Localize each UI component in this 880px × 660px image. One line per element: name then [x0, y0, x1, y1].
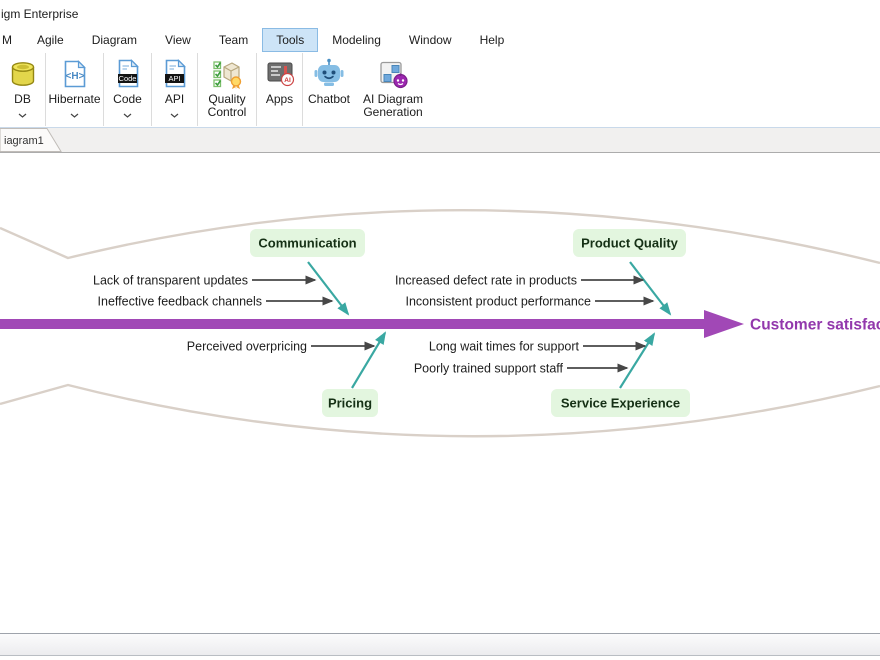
- menu-item-view[interactable]: View: [151, 28, 205, 52]
- svg-text:iagram1: iagram1: [4, 135, 44, 147]
- menu-item-team[interactable]: Team: [205, 28, 262, 52]
- svg-text:Perceived overpricing: Perceived overpricing: [187, 340, 307, 354]
- cause-node[interactable]: Inconsistent product performance: [405, 295, 653, 309]
- svg-text:Customer satisfaction: Customer satisfaction: [750, 317, 880, 334]
- dropdown-chevron-icon[interactable]: [170, 108, 179, 121]
- db-button[interactable]: DB: [0, 52, 45, 127]
- category-box-service-experience[interactable]: Service Experience: [551, 389, 690, 417]
- menu-item-window[interactable]: Window: [395, 28, 466, 52]
- dropdown-chevron-icon[interactable]: [123, 108, 132, 121]
- svg-text:Long wait times for support: Long wait times for support: [429, 340, 580, 354]
- ai-diagram-generation-button[interactable]: AI Diagram Generation: [355, 52, 431, 127]
- code-button[interactable]: Code Code: [104, 52, 151, 127]
- cause-node[interactable]: Perceived overpricing: [187, 340, 374, 354]
- chatbot-button[interactable]: Chatbot: [303, 52, 355, 127]
- diagram-canvas[interactable]: Lack of transparent updates Ineffective …: [0, 153, 880, 633]
- spine-arrowhead-icon: [704, 310, 744, 338]
- svg-text:Ineffective feedback channels: Ineffective feedback channels: [98, 295, 262, 309]
- menu-bar: M Agile Diagram View Team Tools Modeling…: [0, 28, 880, 52]
- svg-text:Pricing: Pricing: [328, 396, 372, 411]
- ai-diagram-generation-icon: [377, 56, 409, 92]
- quality-control-button[interactable]: Quality Control: [198, 52, 256, 127]
- api-file-icon: API: [159, 56, 191, 92]
- menu-item-diagram[interactable]: Diagram: [78, 28, 151, 52]
- code-file-icon: Code: [112, 56, 144, 92]
- svg-text:AI: AI: [284, 77, 291, 84]
- menu-item-tools[interactable]: Tools: [262, 28, 318, 52]
- svg-text:Service Experience: Service Experience: [561, 396, 680, 411]
- bone-product-quality[interactable]: [630, 262, 670, 314]
- ribbon-toolbar: DB <H> Hibernate Code: [0, 52, 880, 128]
- fishbone-spine[interactable]: [0, 310, 744, 338]
- menu-item-cutoff[interactable]: M: [0, 28, 23, 52]
- apps-button[interactable]: AI Apps: [257, 52, 302, 127]
- menu-item-agile[interactable]: Agile: [23, 28, 78, 52]
- diagram-tab-bar: iagram1: [0, 128, 880, 153]
- svg-text:Code: Code: [118, 74, 136, 83]
- effect-node[interactable]: Customer satisfaction: [750, 317, 880, 334]
- category-box-product-quality[interactable]: Product Quality: [573, 229, 686, 257]
- bone-pricing[interactable]: [352, 333, 385, 388]
- category-box-pricing[interactable]: Pricing: [322, 389, 378, 417]
- database-icon: [7, 56, 39, 92]
- tab-diagram1[interactable]: iagram1: [0, 128, 80, 152]
- cause-node[interactable]: Increased defect rate in products: [395, 274, 643, 288]
- category-box-communication[interactable]: Communication: [250, 229, 365, 257]
- svg-text:Poorly trained support staff: Poorly trained support staff: [414, 362, 564, 376]
- window-title: igm Enterprise: [1, 7, 78, 21]
- dropdown-chevron-icon[interactable]: [18, 108, 27, 121]
- cause-node[interactable]: Long wait times for support: [429, 340, 645, 354]
- bone-communication[interactable]: [308, 262, 348, 314]
- svg-text:Inconsistent product performan: Inconsistent product performance: [405, 295, 591, 309]
- menu-item-modeling[interactable]: Modeling: [318, 28, 395, 52]
- hibernate-document-icon: <H>: [59, 56, 91, 92]
- svg-text:API: API: [168, 74, 180, 83]
- cause-node[interactable]: Ineffective feedback channels: [98, 295, 332, 309]
- api-button[interactable]: API API: [152, 52, 197, 127]
- apps-icon: AI: [264, 56, 296, 92]
- quality-control-icon: [210, 56, 244, 92]
- menu-item-help[interactable]: Help: [466, 28, 519, 52]
- svg-text:Lack of transparent updates: Lack of transparent updates: [93, 274, 248, 288]
- svg-text:Increased defect rate in produ: Increased defect rate in products: [395, 274, 577, 288]
- hibernate-button[interactable]: <H> Hibernate: [46, 52, 103, 127]
- dropdown-chevron-icon[interactable]: [70, 108, 79, 121]
- title-bar: igm Enterprise: [0, 0, 880, 28]
- bone-service-experience[interactable]: [620, 334, 654, 388]
- svg-text:<H>: <H>: [65, 71, 84, 82]
- svg-text:Communication: Communication: [258, 236, 356, 251]
- status-bar: [0, 633, 880, 656]
- chatbot-icon: [313, 56, 345, 92]
- svg-text:Product Quality: Product Quality: [581, 236, 679, 251]
- cause-node[interactable]: Poorly trained support staff: [414, 362, 627, 376]
- cause-node[interactable]: Lack of transparent updates: [93, 274, 315, 288]
